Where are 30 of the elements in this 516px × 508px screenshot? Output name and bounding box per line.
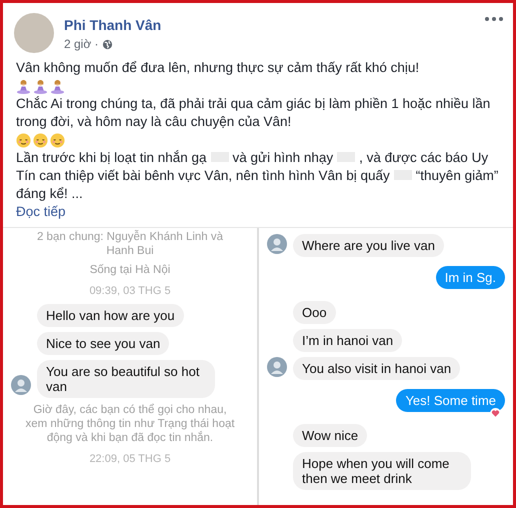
message-bubble: Wow nice	[293, 424, 368, 447]
message-bubble: Ooo	[293, 301, 336, 324]
meditating-person-icon	[33, 78, 48, 94]
meditating-person-icon	[16, 78, 31, 94]
globe-icon	[102, 38, 113, 50]
message-bubble: You are so beautiful so hot van	[37, 360, 215, 398]
post-text: Lần trước khi bị loạt tin nhắn gạ và gửi hình nhạy , và được các báo Uy Tín can thiệp viết bài bênh vực Vân, nên tình hình Vân bị quấy “thuyên giảm” đáng kể! ...	[16, 149, 500, 203]
chat-info-text: Giờ đây, các bạn có thể gọi cho nhau, xem những thông tin như Trạng thái hoạt động và khi bạn đã đọc tin nhắn.	[24, 403, 236, 445]
post-text: Chắc Ai trong chúng ta, đã phải trải qua cảm giác bị làm phiền 1 hoặc nhiều lần trong đời, và hôm nay là câu chuyện của Vân!	[16, 95, 492, 131]
relieved-face-icon	[16, 132, 31, 148]
message-bubble: Hello van how are you	[37, 304, 184, 327]
relieved-face-icon	[33, 132, 48, 148]
message-bubble: Hope when you will come then we meet drink	[293, 452, 471, 490]
message-bubble: I’m in hanoi van	[293, 329, 402, 352]
post-text: Vân không muốn để đưa lên, nhưng thực sự cảm thấy rất khó chịu!	[16, 59, 420, 77]
message-bubble: Yes! Some time	[396, 389, 505, 412]
read-more-link[interactable]: Đọc tiếp	[16, 204, 66, 219]
message-bubble: You also visit in hanoi van	[293, 357, 460, 380]
more-options-icon[interactable]	[485, 17, 503, 21]
chat-info-text: Sống tại Hà Nội	[88, 263, 172, 277]
chat-timestamp: 22:09, 05 THG 5	[88, 453, 172, 465]
meditating-person-icon	[50, 78, 65, 94]
message-bubble: Im in Sg.	[436, 266, 505, 289]
author-name[interactable]: Phi Thanh Vân	[64, 17, 475, 33]
chat-timestamp: 09:39, 03 THG 5	[88, 285, 172, 297]
post-time[interactable]: 2 giờ ·	[64, 37, 99, 51]
relieved-face-icon	[50, 132, 65, 148]
message-bubble: Where are you live van	[293, 234, 444, 257]
chat-info-text: 2 bạn chung: Nguyễn Khánh Linh và Hanh Bui	[36, 230, 224, 258]
message-bubble: Nice to see you van	[37, 332, 170, 355]
